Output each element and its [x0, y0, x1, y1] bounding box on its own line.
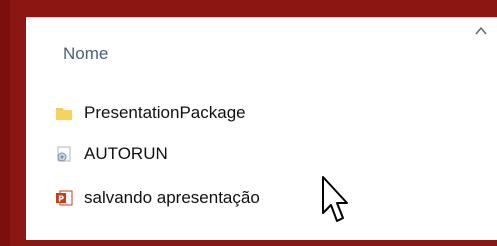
mouse-pointer-icon — [322, 176, 348, 222]
folder-icon — [54, 103, 74, 123]
file-row-presentationpackage[interactable]: PresentationPackage — [54, 100, 246, 126]
screenshot-stage: Nome PresentationPackage AUTORUN P salva… — [0, 0, 497, 246]
svg-text:P: P — [58, 195, 64, 204]
file-name[interactable]: AUTORUN — [84, 144, 168, 164]
file-name[interactable]: salvando apresentação — [84, 188, 260, 208]
explorer-file-list: Nome PresentationPackage AUTORUN P salva… — [26, 17, 497, 240]
chevron-up-icon[interactable] — [475, 26, 487, 36]
column-header-name[interactable]: Nome — [63, 44, 108, 64]
system-file-icon — [54, 144, 74, 164]
file-row-salvando-apresentacao[interactable]: P salvando apresentação — [54, 185, 260, 211]
powerpoint-file-icon: P — [54, 188, 74, 208]
frame-accent — [0, 0, 10, 246]
file-row-autorun[interactable]: AUTORUN — [54, 141, 168, 167]
file-name[interactable]: PresentationPackage — [84, 103, 246, 123]
